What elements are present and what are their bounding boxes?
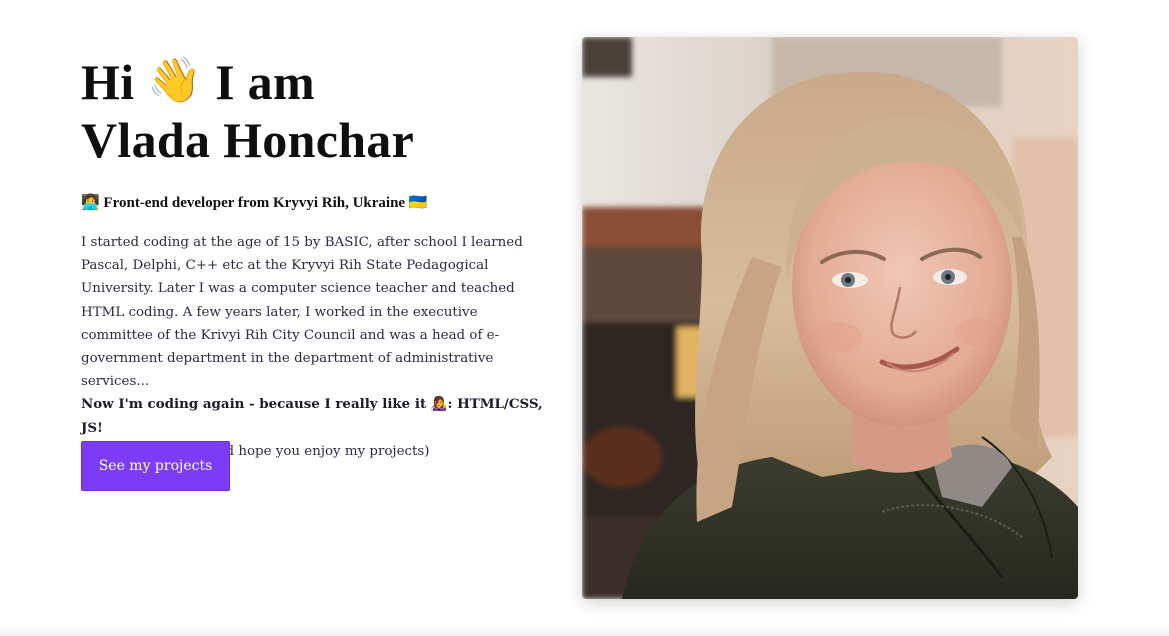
role-subtitle: 👩‍💻 Front-end developer from Kryvyi Rih,… — [81, 195, 428, 211]
page-title: Hi 👋 I am Vlada Honchar — [81, 52, 551, 169]
heading-i-am: I am — [215, 54, 315, 110]
heading-greeting: Hi — [81, 54, 135, 110]
page-bottom-divider — [0, 626, 1169, 636]
see-my-projects-button[interactable]: See my projects — [81, 441, 230, 491]
intro-column: Hi 👋 I am Vlada Honchar 👩‍💻 Front-end de… — [81, 52, 551, 463]
heading-name: Vlada Honchar — [81, 112, 415, 168]
portrait-illustration — [582, 37, 1078, 599]
profile-photo — [582, 37, 1078, 599]
bio-paragraph: I started coding at the age of 15 by BAS… — [81, 235, 523, 390]
waving-hand-icon: 👋 — [147, 56, 203, 105]
bio-text: I started coding at the age of 15 by BAS… — [81, 231, 551, 463]
hero-section: Hi 👋 I am Vlada Honchar 👩‍💻 Front-end de… — [0, 0, 1169, 636]
bio-skills-line: Now I'm coding again - because I really … — [81, 396, 543, 436]
